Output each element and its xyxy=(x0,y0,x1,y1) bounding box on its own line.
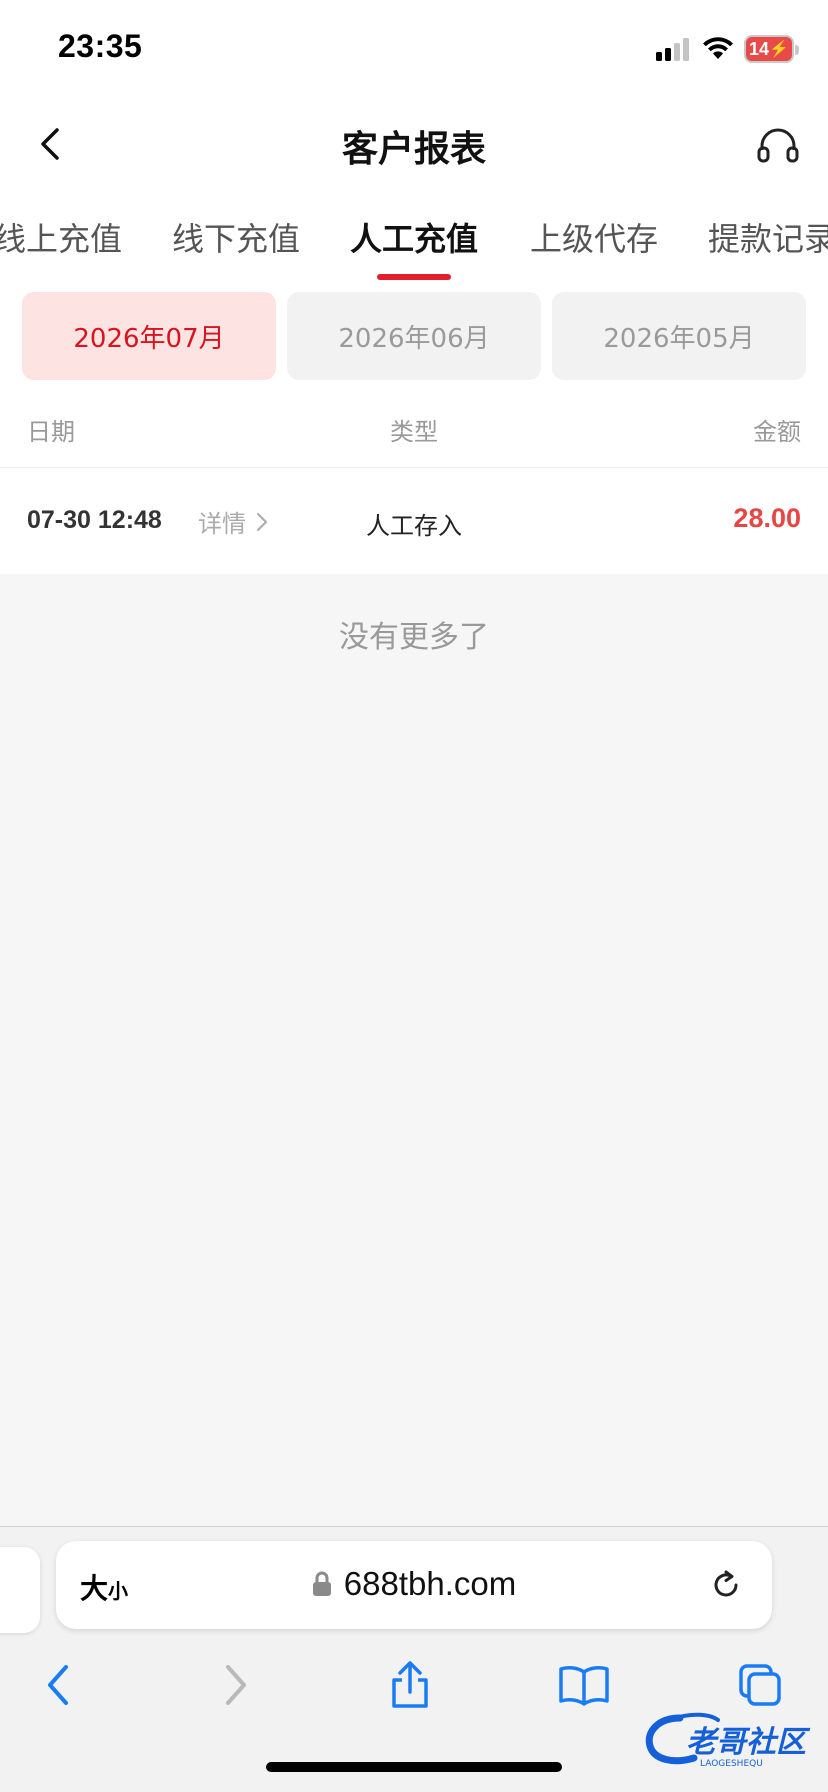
end-of-list-text: 没有更多了 xyxy=(339,620,489,655)
month-filter: 2026年07月 2026年06月 2026年05月 xyxy=(0,280,828,392)
previous-tab-preview[interactable] xyxy=(0,1547,40,1633)
tabs-icon xyxy=(739,1664,781,1706)
row-date: 07-30 12:48 xyxy=(27,506,162,534)
page-title: 客户报表 xyxy=(341,129,486,170)
detail-label: 详情 xyxy=(198,510,246,538)
share-button[interactable] xyxy=(380,1655,440,1715)
address-bar[interactable]: 大小 688tbh.com xyxy=(56,1541,772,1629)
headset-icon xyxy=(757,128,799,163)
bookmarks-button[interactable] xyxy=(554,1655,614,1715)
tab-withdrawal-records[interactable]: 提款记录 xyxy=(708,214,828,260)
status-time: 23:35 xyxy=(58,28,143,64)
tab-online-deposit[interactable]: 线上充值 xyxy=(0,214,122,260)
battery-level: 14 xyxy=(749,38,770,59)
column-header-type: 类型 xyxy=(390,418,438,446)
tab-manual-deposit[interactable]: 人工充值 xyxy=(350,214,478,260)
tab-superior-deposit[interactable]: 上级代存 xyxy=(530,214,658,260)
status-bar: 23:35 14 ⚡ xyxy=(0,0,828,100)
home-indicator[interactable] xyxy=(266,1762,562,1772)
chevron-right-icon xyxy=(226,1665,246,1705)
month-option-earlier[interactable]: 2026年05月 xyxy=(552,292,806,380)
book-icon xyxy=(559,1666,609,1706)
column-header-amount: 金额 xyxy=(753,418,801,446)
site-watermark-logo: 老哥社区 LAOGESHEQU xyxy=(645,1712,811,1769)
month-option-previous[interactable]: 2026年06月 xyxy=(287,292,541,380)
chevron-right-icon xyxy=(257,512,267,531)
status-icons: 14 ⚡ xyxy=(656,34,799,64)
detail-link[interactable]: 详情 xyxy=(198,504,268,539)
watermark-text: 老哥社区 xyxy=(686,1725,811,1760)
browser-back-button[interactable] xyxy=(28,1655,88,1715)
wifi-icon xyxy=(703,37,733,59)
row-type: 人工存入 xyxy=(366,512,462,540)
lock-icon xyxy=(312,1571,331,1596)
row-amount: 28.00 xyxy=(733,503,801,533)
reload-icon xyxy=(714,1570,738,1597)
watermark-subtext: LAOGESHEQU xyxy=(700,1759,763,1769)
customer-service-button[interactable] xyxy=(754,122,802,170)
share-icon xyxy=(392,1661,428,1708)
url-display: 688tbh.com xyxy=(56,1565,772,1603)
table-header: 日期 类型 金额 xyxy=(0,392,828,468)
battery-icon: 14 ⚡ xyxy=(744,35,799,63)
browser-forward-button[interactable] xyxy=(206,1655,266,1715)
cellular-signal-icon xyxy=(656,38,689,61)
nav-bar: 客户报表 xyxy=(0,100,828,188)
report-tabs: 线上充值 线下充值 人工充值 上级代存 提款记录 xyxy=(0,188,828,280)
table-row: 07-30 12:48 详情 人工存入 28.00 xyxy=(0,468,828,574)
chevron-left-icon xyxy=(48,1665,68,1705)
reload-button[interactable] xyxy=(706,1565,746,1605)
tabs-button[interactable] xyxy=(730,1655,790,1715)
month-option-current[interactable]: 2026年07月 xyxy=(22,292,276,380)
url-text: 688tbh.com xyxy=(343,1565,517,1602)
tab-offline-deposit[interactable]: 线下充值 xyxy=(172,214,300,260)
